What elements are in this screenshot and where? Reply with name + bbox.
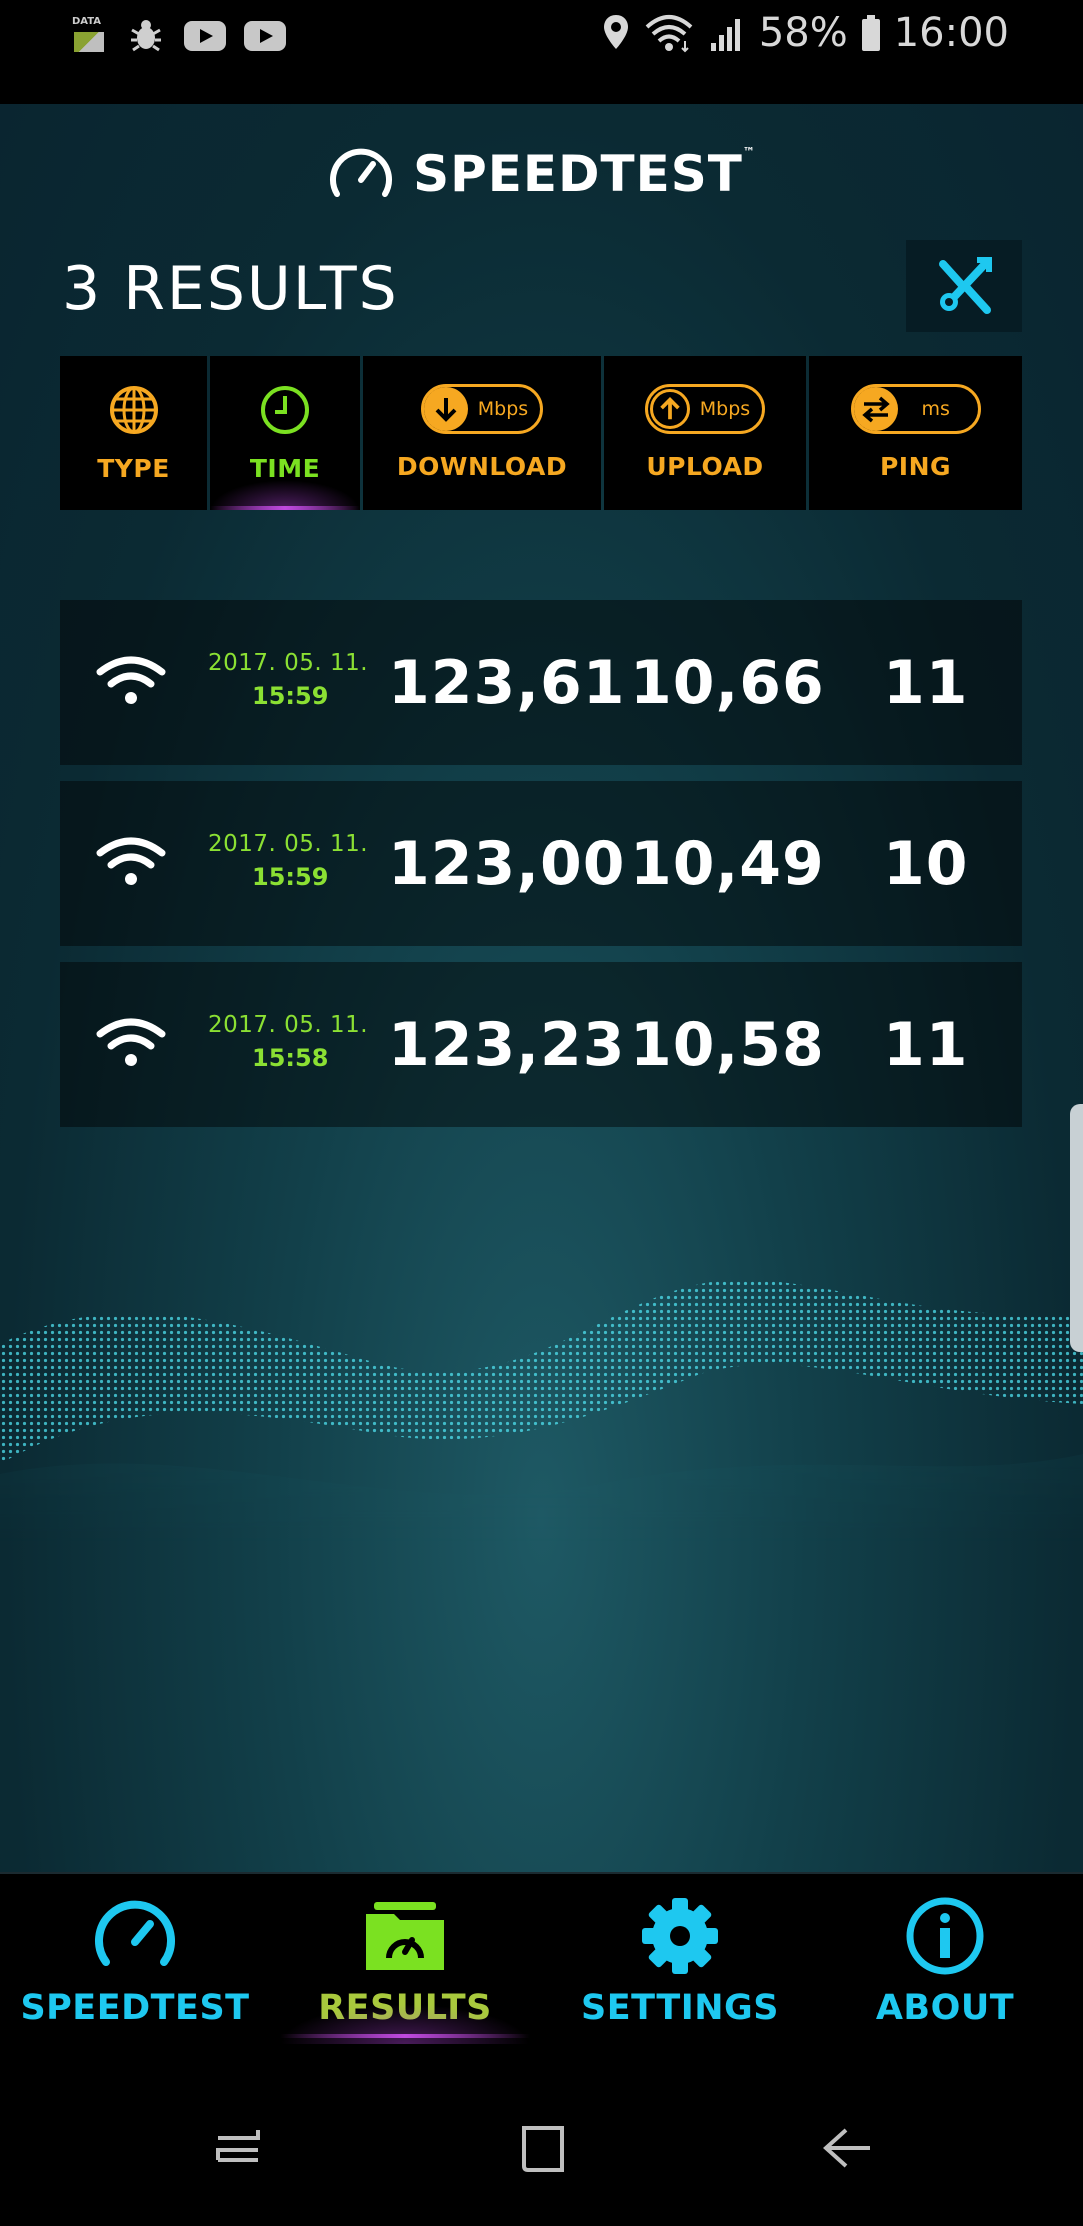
result-ping: 11	[883, 1010, 969, 1080]
tools-icon	[939, 257, 992, 314]
tab-type[interactable]: TYPE	[60, 356, 207, 510]
tab-ping[interactable]: ms PING	[809, 356, 1022, 510]
result-download: 123,23	[388, 1010, 626, 1080]
nav-label: ABOUT	[875, 1988, 1015, 2028]
results-folder-icon	[366, 1902, 444, 1970]
unit-label: Mbps	[699, 398, 751, 420]
battery-percent: 58%	[758, 10, 848, 56]
youtube-icon	[184, 21, 226, 51]
home-icon[interactable]	[512, 2120, 572, 2180]
signal-icon	[710, 19, 740, 51]
nav-settings[interactable]: SETTINGS	[555, 1874, 805, 2064]
arrow-up-icon	[660, 397, 680, 420]
download-unit-pill: Mbps	[420, 384, 544, 434]
tab-label: PING	[879, 452, 952, 481]
gear-icon	[642, 1898, 718, 1974]
results-screen: SPEEDTEST™ 3 RESULTS TYPE TIME Mbps DOWN…	[0, 104, 1083, 1872]
result-row[interactable]: 2017. 05. 11. 15:59 123,61 10,66 11	[60, 600, 1022, 765]
bottom-navigation: SPEEDTEST RESULTS SE	[0, 1872, 1083, 2062]
logo-text: SPEEDTEST™	[413, 145, 756, 203]
clock: 16:00	[893, 10, 1009, 56]
youtube-icon	[244, 21, 286, 51]
upload-unit-pill: Mbps	[644, 384, 766, 434]
location-icon	[603, 15, 628, 49]
info-icon	[906, 1897, 984, 1975]
data-icon-label: DATA	[72, 16, 102, 27]
results-column-headers: TYPE TIME Mbps DOWNLOAD Mbps UPLOAD ms P…	[60, 356, 1022, 510]
back-icon[interactable]	[816, 2120, 876, 2180]
result-row[interactable]: 2017. 05. 11. 15:58 123,23 10,58 11	[60, 962, 1022, 1127]
data-saver-icon: DATA	[72, 16, 108, 54]
nav-label: SETTINGS	[581, 1988, 779, 2028]
swap-arrows-icon	[861, 396, 890, 423]
wifi-icon	[96, 837, 166, 885]
ping-unit-pill: ms	[850, 384, 981, 434]
status-bar-notifications: DATA	[72, 16, 286, 56]
result-upload: 10,49	[630, 829, 825, 899]
status-bar: DATA 58% 16:00	[0, 0, 1083, 104]
tab-label: TYPE	[97, 454, 170, 483]
edge-panel-handle[interactable]	[1070, 1104, 1083, 1352]
result-ping: 11	[883, 648, 969, 718]
result-time: 15:58	[252, 1044, 329, 1072]
wifi-status-icon	[645, 15, 693, 53]
nav-speedtest[interactable]: SPEEDTEST	[10, 1874, 260, 2064]
status-bar-system: 58% 16:00	[601, 10, 1009, 56]
nav-about[interactable]: ABOUT	[820, 1874, 1070, 2064]
nav-label: SPEEDTEST	[20, 1988, 250, 2028]
battery-icon	[861, 15, 880, 51]
bug-icon	[131, 20, 161, 52]
result-upload: 10,58	[630, 1010, 825, 1080]
speedometer-logo-icon	[330, 148, 392, 197]
wifi-icon	[96, 1018, 166, 1066]
result-ping: 10	[883, 829, 969, 899]
tab-label: DOWNLOAD	[396, 452, 568, 481]
speedometer-icon	[95, 1900, 175, 1966]
result-time: 15:59	[252, 682, 329, 710]
result-upload: 10,66	[630, 648, 825, 718]
system-navigation-bar	[0, 2062, 1083, 2226]
clock-icon	[261, 386, 309, 434]
tools-button[interactable]	[906, 240, 1022, 332]
active-nav-indicator	[280, 2034, 530, 2038]
tab-label: UPLOAD	[646, 452, 764, 481]
wifi-icon	[96, 656, 166, 704]
recent-apps-icon[interactable]	[210, 2120, 270, 2180]
result-download: 123,61	[388, 648, 626, 718]
tab-label: TIME	[249, 454, 321, 483]
background-wave-decoration	[0, 1279, 1083, 1544]
unit-label: ms	[921, 398, 950, 420]
result-row[interactable]: 2017. 05. 11. 15:59 123,00 10,49 10	[60, 781, 1022, 946]
results-count: 3 RESULTS	[62, 254, 399, 324]
tab-download[interactable]: Mbps DOWNLOAD	[363, 356, 601, 510]
result-date: 2017. 05. 11.	[208, 1012, 369, 1038]
active-tab-indicator	[210, 506, 360, 510]
result-download: 123,00	[388, 829, 626, 899]
speedtest-logo: SPEEDTEST™	[0, 144, 1083, 204]
result-date: 2017. 05. 11.	[208, 831, 369, 857]
result-time: 15:59	[252, 863, 329, 891]
tab-time[interactable]: TIME	[210, 356, 360, 510]
arrow-down-icon	[435, 398, 457, 422]
globe-icon	[109, 386, 158, 434]
result-date: 2017. 05. 11.	[208, 650, 369, 676]
nav-results[interactable]: RESULTS	[280, 1874, 530, 2064]
tab-upload[interactable]: Mbps UPLOAD	[604, 356, 806, 510]
unit-label: Mbps	[477, 398, 529, 420]
